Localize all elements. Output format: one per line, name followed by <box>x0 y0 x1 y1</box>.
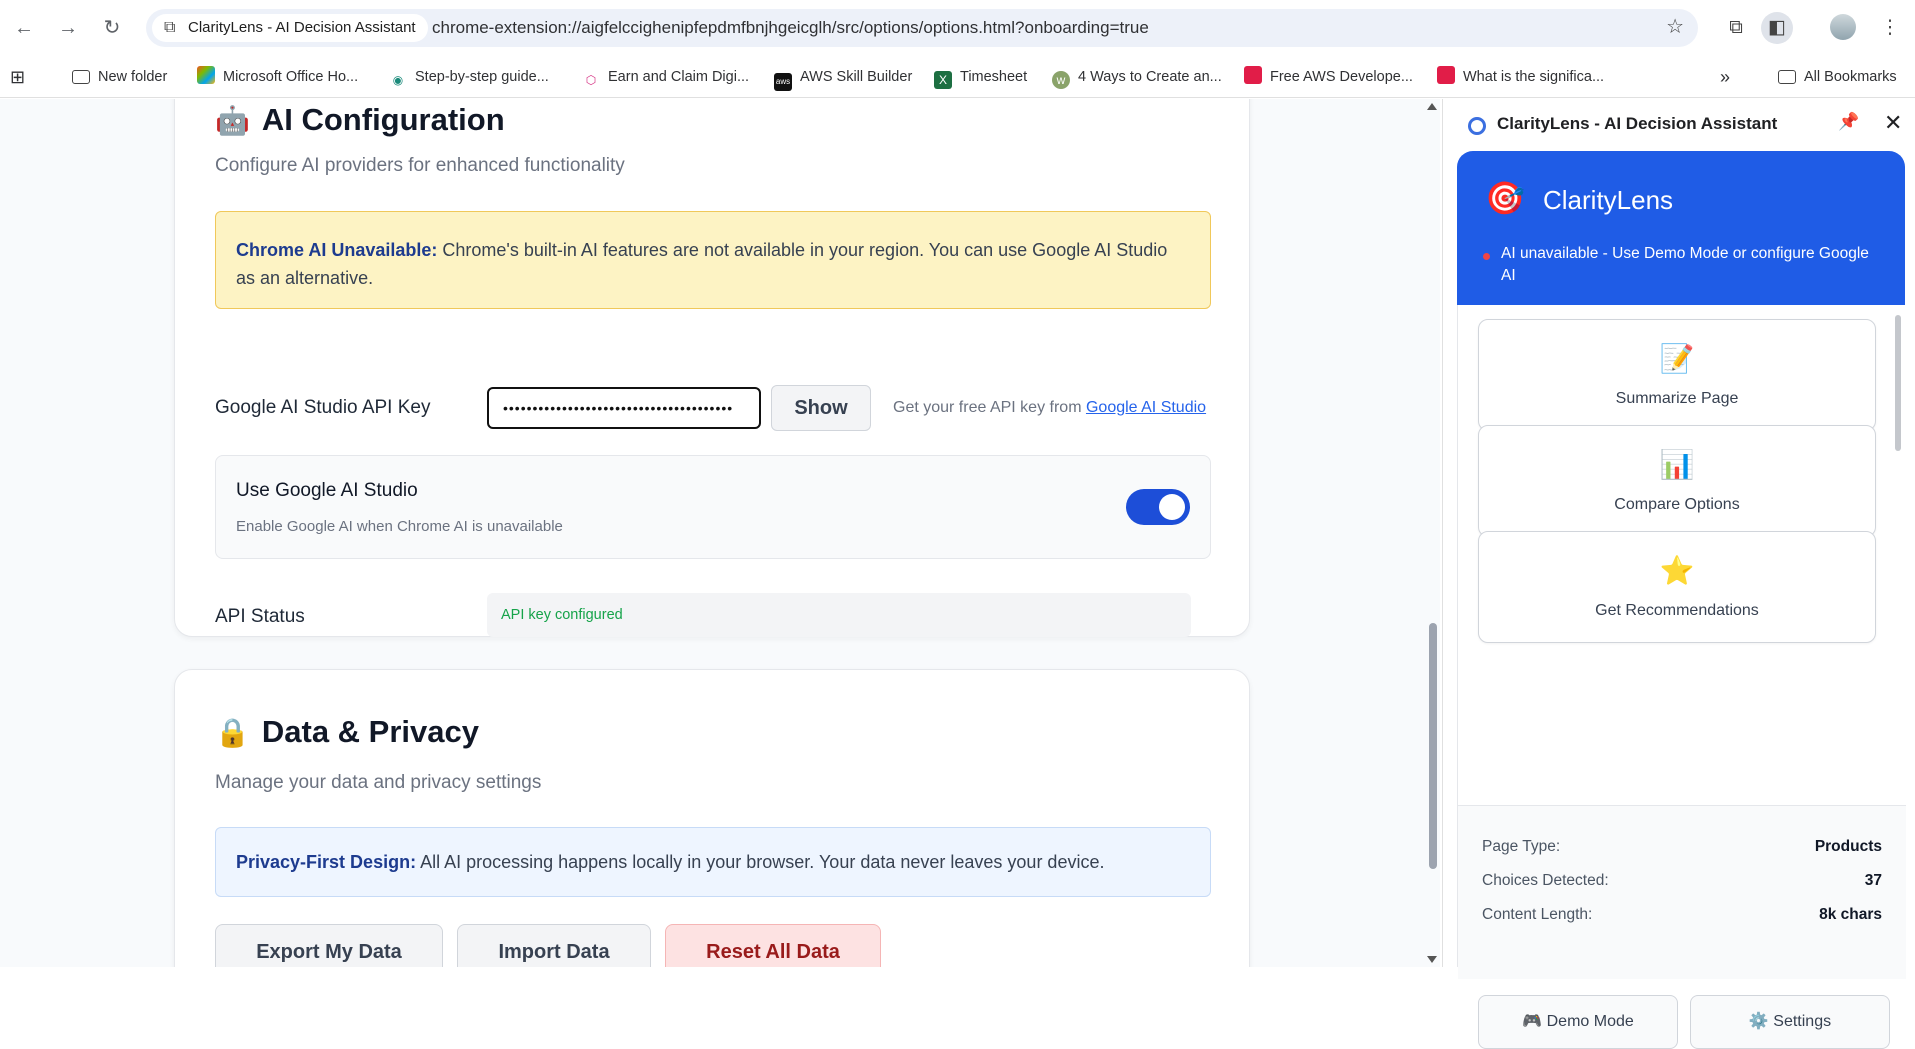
api-status-value: API key configured <box>487 593 1191 637</box>
gamepad-icon: 🎮 <box>1522 1013 1547 1030</box>
stat-value: 8k chars <box>1819 906 1882 923</box>
profile-avatar[interactable] <box>1830 14 1856 40</box>
target-icon: 🎯 <box>1485 180 1525 216</box>
toggle-title: Use Google AI Studio <box>236 480 418 501</box>
google-ai-studio-link[interactable]: Google AI Studio <box>1086 399 1206 416</box>
side-panel-scrollbar[interactable] <box>1892 305 1904 805</box>
bookmark-item[interactable]: New folder <box>72 65 167 89</box>
cube-icon: ⬡ <box>585 73 597 87</box>
bookmark-item[interactable]: aws AWS Skill Builder <box>774 65 912 91</box>
site-info-chip[interactable]: ⧉ ClarityLens - AI Decision Assistant <box>152 14 428 42</box>
url-text[interactable]: chrome-extension://aigfelccighenipfepdmf… <box>432 18 1149 38</box>
reset-data-button[interactable]: Reset All Data <box>665 924 881 967</box>
bookmark-item[interactable]: X Timesheet <box>934 65 1027 89</box>
folder-icon <box>1778 70 1796 84</box>
side-panel-hero: 🎯 ClarityLens AI unavailable - Use Demo … <box>1457 151 1905 305</box>
ai-config-title: 🤖 AI Configuration <box>215 102 505 137</box>
stat-key: Content Length: <box>1482 906 1593 923</box>
ai-configuration-card: 🤖 AI Configuration Configure AI providers… <box>174 99 1250 637</box>
options-page: 🤖 AI Configuration Configure AI providers… <box>0 99 1440 967</box>
aws-icon: aws <box>774 73 792 91</box>
api-key-label: Google AI Studio API Key <box>215 397 431 418</box>
gear-icon: ⚙️ <box>1748 1013 1774 1030</box>
bookmark-item[interactable]: Free AWS Develope... <box>1244 65 1413 89</box>
stat-key: Choices Detected: <box>1482 872 1609 889</box>
claritylens-logo-icon <box>1468 117 1486 135</box>
site-chip-label: ClarityLens - AI Decision Assistant <box>188 19 416 36</box>
scroll-thumb[interactable] <box>1429 623 1437 869</box>
api-status-label: API Status <box>215 606 305 627</box>
summarize-page-button[interactable]: 📝 Summarize Page <box>1478 319 1876 431</box>
export-data-button[interactable]: Export My Data <box>215 924 443 967</box>
office-icon <box>197 66 215 84</box>
bookmark-item[interactable]: What is the significa... <box>1437 65 1604 89</box>
more-bookmarks-icon[interactable]: » <box>1720 65 1730 89</box>
compare-options-button[interactable]: 📊 Compare Options <box>1478 425 1876 537</box>
bookmark-star-icon[interactable]: ☆ <box>1666 14 1684 39</box>
all-bookmarks[interactable]: All Bookmarks <box>1778 65 1897 89</box>
browser-toolbar: ← → ↻ ⧉ ClarityLens - AI Decision Assist… <box>0 0 1915 56</box>
shield-icon <box>1437 66 1455 84</box>
side-scroll-thumb[interactable] <box>1895 315 1901 451</box>
toggle-knob <box>1159 494 1185 520</box>
page-scrollbar[interactable] <box>1424 99 1440 967</box>
use-google-ai-toggle[interactable] <box>1126 489 1190 525</box>
pin-icon[interactable]: 📌 <box>1838 112 1859 132</box>
menu-kebab-icon[interactable]: ⋮ <box>1874 12 1906 44</box>
api-key-hint: Get your free API key from Google AI Stu… <box>893 399 1207 416</box>
bookmark-item[interactable]: w4 Ways to Create an... <box>1052 65 1222 89</box>
bookmark-item[interactable]: Microsoft Office Ho... <box>197 65 358 89</box>
get-recommendations-button[interactable]: ⭐ Get Recommendations <box>1478 531 1876 643</box>
ai-config-subtitle: Configure AI providers for enhanced func… <box>215 155 625 176</box>
brand-title: ClarityLens <box>1543 185 1674 215</box>
shield-icon <box>1244 66 1262 84</box>
close-icon[interactable]: ✕ <box>1884 110 1902 136</box>
show-key-button[interactable]: Show <box>771 385 871 431</box>
toggle-description: Enable Google AI when Chrome AI is unava… <box>236 518 563 535</box>
stat-key: Page Type: <box>1482 838 1561 855</box>
side-panel-body: 📝 Summarize Page 📊 Compare Options ⭐ Get… <box>1457 305 1906 1049</box>
extension-side-panel: ClarityLens - AI Decision Assistant 📌 ✕ … <box>1442 99 1915 1049</box>
back-icon[interactable]: ← <box>10 14 38 42</box>
bookmark-item[interactable]: ⬡ Earn and Claim Digi... <box>582 65 749 89</box>
folder-icon <box>72 70 90 84</box>
demo-mode-button[interactable]: 🎮 Demo Mode <box>1478 995 1678 1049</box>
privacy-info-box: Privacy-First Design: All AI processing … <box>215 827 1211 897</box>
stat-value: Products <box>1814 838 1882 855</box>
lock-icon: 🔒 <box>215 717 250 748</box>
scroll-up-arrow-icon[interactable] <box>1427 103 1437 110</box>
ai-status-message: AI unavailable - Use Demo Mode or config… <box>1501 245 1869 284</box>
extension-puzzle-icon: ⧉ <box>164 19 176 36</box>
memo-icon: 📝 <box>1659 343 1695 374</box>
bookmarks-bar: ⊞ New folder Microsoft Office Ho... ◉ Ste… <box>0 56 1915 98</box>
stat-value: 37 <box>1864 872 1882 889</box>
privacy-subtitle: Manage your data and privacy settings <box>215 772 542 793</box>
google-ai-toggle-row: Use Google AI Studio Enable Google AI wh… <box>215 455 1211 559</box>
scroll-down-arrow-icon[interactable] <box>1427 956 1437 963</box>
settings-button[interactable]: ⚙️ Settings <box>1690 995 1890 1049</box>
side-panel-header: ClarityLens - AI Decision Assistant 📌 ✕ <box>1443 99 1915 149</box>
star-icon: ⭐ <box>1659 555 1695 586</box>
reload-icon[interactable]: ↻ <box>98 14 126 42</box>
data-privacy-card: 🔒 Data & Privacy Manage your data and pri… <box>174 669 1250 967</box>
chrome-ai-warning: Chrome AI Unavailable: Chrome's built-in… <box>215 211 1211 309</box>
excel-icon: X <box>934 71 952 89</box>
side-panel-icon[interactable]: ◧ <box>1761 12 1793 44</box>
address-bar[interactable]: ⧉ ClarityLens - AI Decision Assistant ch… <box>146 9 1698 47</box>
side-panel-title: ClarityLens - AI Decision Assistant <box>1497 114 1778 133</box>
wiki-icon: w <box>1052 71 1070 89</box>
forward-icon[interactable]: → <box>54 14 82 42</box>
api-key-input[interactable]: ••••••••••••••••••••••••••••••••••••••• <box>487 387 761 429</box>
bookmark-item[interactable]: ◉ Step-by-step guide... <box>389 65 549 89</box>
privacy-title: 🔒 Data & Privacy <box>215 714 479 749</box>
eye-icon: ◉ <box>392 73 404 87</box>
robot-icon: 🤖 <box>215 105 250 136</box>
page-stats: Page Type: Products Choices Detected: 37… <box>1458 805 1906 979</box>
import-data-button[interactable]: Import Data <box>457 924 651 967</box>
status-dot-icon <box>1483 253 1490 260</box>
bar-chart-icon: 📊 <box>1659 449 1695 480</box>
extensions-icon[interactable]: ⧉ <box>1720 12 1752 44</box>
apps-grid-icon[interactable]: ⊞ <box>10 65 25 89</box>
